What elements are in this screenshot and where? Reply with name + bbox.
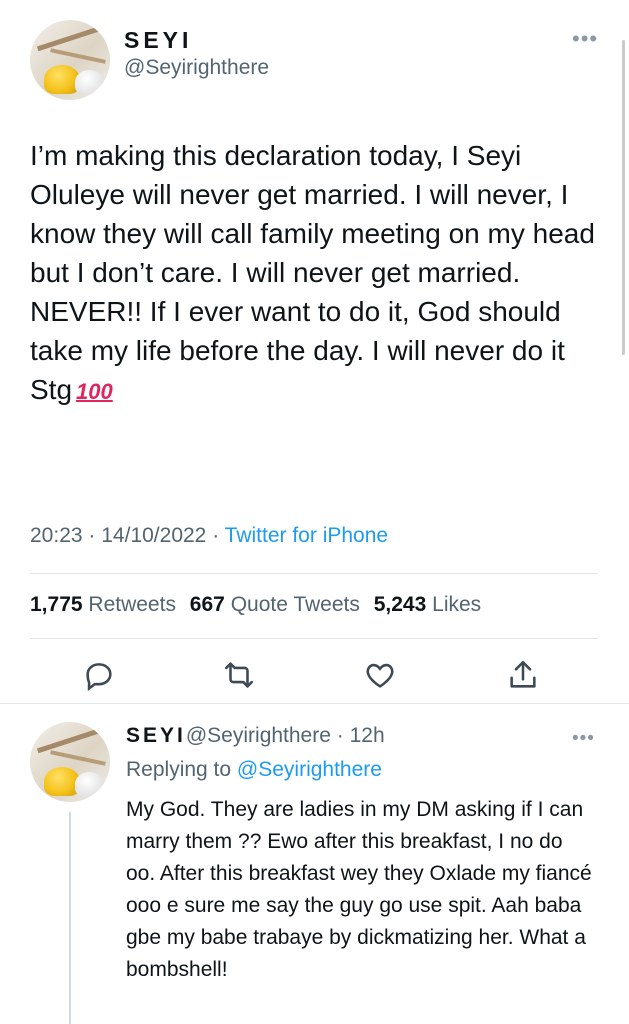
hundred-points-emoji: 100 [76, 379, 113, 404]
like-icon[interactable] [363, 658, 397, 692]
tweet-meta: 20:23 · 14/10/2022 · Twitter for iPhone [30, 524, 388, 548]
tweet-stats: 1,775 Retweets 667 Quote Tweets 5,243 Li… [30, 593, 489, 617]
share-icon[interactable] [506, 658, 540, 692]
reply-header: SEYI@Seyirighthere · 12h [126, 722, 385, 750]
tweet-text: I’m making this declaration today, I Sey… [30, 136, 600, 411]
reply-text: My God. They are ladies in my DM asking … [126, 798, 592, 981]
more-options-icon[interactable]: ••• [572, 26, 598, 52]
tweet-time[interactable]: 20:23 [30, 524, 83, 547]
retweets-stat[interactable]: 1,775 Retweets [30, 593, 176, 616]
tweet-actions [0, 658, 629, 698]
divider [30, 638, 598, 639]
replying-to-handle[interactable]: @Seyirighthere [237, 758, 382, 781]
meta-dot: · [212, 524, 220, 547]
main-author[interactable]: SEYI @Seyirighthere [124, 26, 269, 82]
reply-more-options-icon[interactable]: ••• [572, 728, 595, 750]
reply-display-name[interactable]: SEYI [126, 724, 186, 747]
tweet-source[interactable]: Twitter for iPhone [225, 524, 388, 547]
likes-stat[interactable]: 5,243 Likes [374, 593, 481, 616]
reply-avatar[interactable] [30, 722, 110, 802]
display-name[interactable]: SEYI [124, 26, 269, 54]
reply-time[interactable]: 12h [350, 724, 385, 747]
tweet-date[interactable]: 14/10/2022 [101, 524, 206, 547]
reply-dot: · [330, 724, 350, 747]
replying-to: Replying to @Seyirighthere [126, 758, 382, 782]
tweet-body: I’m making this declaration today, I Sey… [30, 140, 595, 405]
retweet-icon[interactable] [222, 658, 256, 692]
divider [30, 573, 598, 574]
thread-line [69, 812, 71, 1024]
replying-prefix: Replying to [126, 758, 232, 781]
scrollbar[interactable] [622, 40, 625, 355]
reply-handle[interactable]: @Seyirighthere [186, 724, 331, 747]
main-avatar[interactable] [30, 20, 110, 100]
meta-dot: · [88, 524, 96, 547]
user-handle[interactable]: @Seyirighthere [124, 54, 269, 82]
quote-tweets-stat[interactable]: 667 Quote Tweets [190, 593, 360, 616]
reply-icon[interactable] [82, 658, 116, 692]
section-separator [0, 703, 629, 704]
